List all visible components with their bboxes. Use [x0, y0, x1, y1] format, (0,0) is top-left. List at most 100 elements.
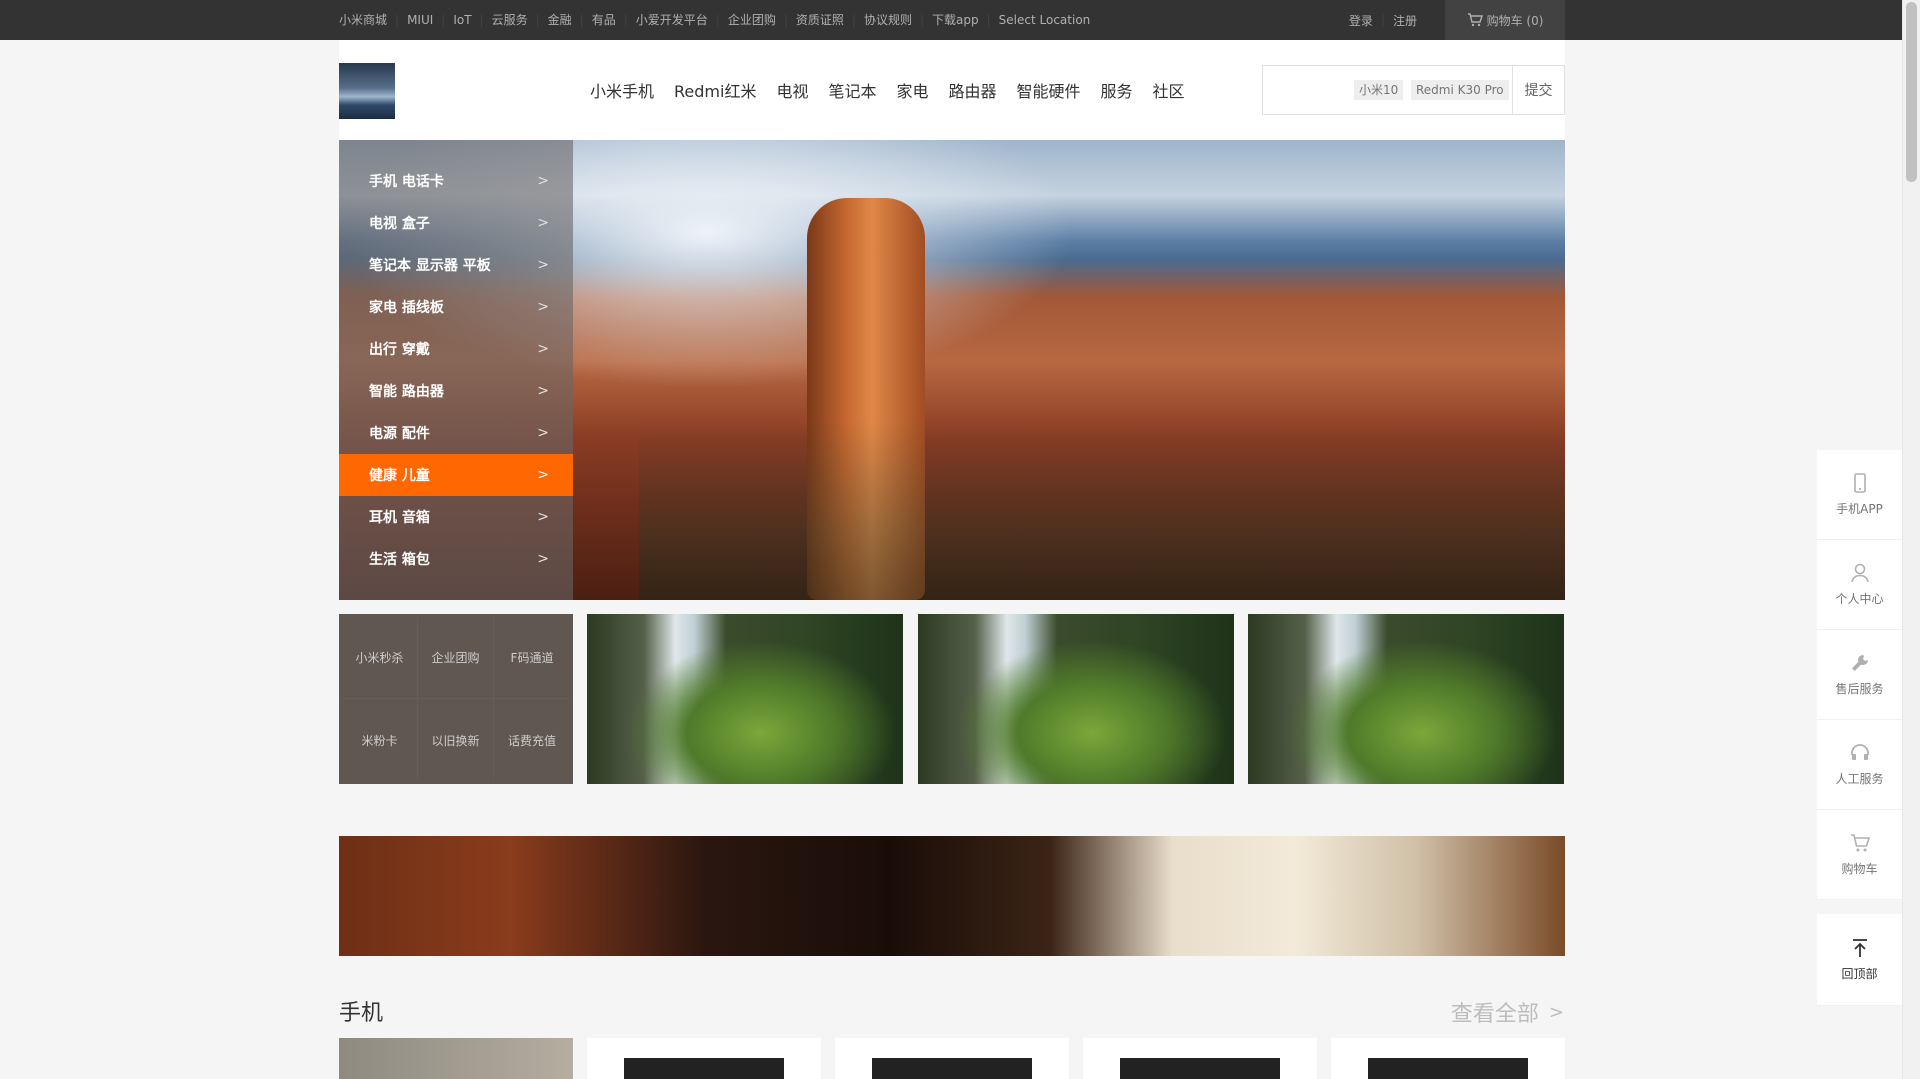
chevron-right-icon: > — [537, 341, 549, 357]
category-item[interactable]: 智能 路由器 > — [339, 370, 573, 412]
nav-item-router[interactable]: 路由器 — [939, 78, 1007, 102]
product-card[interactable] — [835, 1038, 1069, 1079]
chevron-right-icon: > — [537, 467, 549, 483]
header: 小米手机 Redmi红米 电视 笔记本 家电 路由器 智能硬件 服务 社区 小米… — [339, 40, 1565, 140]
view-all-link[interactable]: 查看全部 > — [1451, 996, 1564, 1028]
quick-link-f-code[interactable]: F码通道 — [494, 617, 570, 699]
category-item[interactable]: 电视 盒子 > — [339, 202, 573, 244]
cart-button[interactable]: 购物车 (0) — [1445, 0, 1565, 40]
quick-link-flash-sale[interactable]: 小米秒杀 — [342, 617, 418, 699]
product-card[interactable] — [587, 1038, 821, 1079]
chevron-right-icon: > — [537, 173, 549, 189]
quick-link-recharge[interactable]: 话费充值 — [494, 699, 570, 781]
chevron-right-icon: > — [537, 509, 549, 525]
search-keyword[interactable]: Redmi K30 Pro — [1411, 80, 1509, 100]
product-card[interactable] — [1331, 1038, 1565, 1079]
float-item-after-sales[interactable]: 售后服务 — [1817, 630, 1902, 720]
top-link-xiaoai[interactable]: 小爱开发平台 — [628, 0, 716, 40]
promo-image[interactable] — [587, 614, 903, 784]
top-link-finance[interactable]: 金融 — [540, 0, 580, 40]
top-link-license[interactable]: 资质证照 — [788, 0, 852, 40]
category-label: 出行 穿戴 — [369, 342, 430, 358]
wrench-icon — [1851, 655, 1868, 671]
ad-banner[interactable] — [339, 836, 1565, 956]
quick-link-trade-in[interactable]: 以旧换新 — [418, 699, 494, 781]
nav-item-xiaomi-phone[interactable]: 小米手机 — [580, 78, 664, 102]
top-link-miui[interactable]: MIUI — [399, 0, 441, 40]
chevron-right-icon: > — [537, 257, 549, 273]
top-link-enterprise[interactable]: 企业团购 — [720, 0, 784, 40]
cart-icon — [1467, 13, 1483, 27]
nav-item-smart-hardware[interactable]: 智能硬件 — [1007, 78, 1091, 102]
cart-label: 购物车 (0) — [1486, 13, 1544, 28]
top-link-rules[interactable]: 协议规则 — [856, 0, 920, 40]
top-link-download-app[interactable]: 下载app — [924, 0, 987, 40]
category-item[interactable]: 家电 插线板 > — [339, 286, 573, 328]
category-menu: 手机 电话卡 > 电视 盒子 > 笔记本 显示器 平板 > 家电 插线板 > 出行 穿戴… — [339, 140, 573, 600]
category-item[interactable]: 电源 配件 > — [339, 412, 573, 454]
search-submit-button[interactable]: 提交 — [1512, 66, 1564, 114]
category-label: 生活 箱包 — [369, 552, 430, 568]
hero-carousel[interactable]: 手机 电话卡 > 电视 盒子 > 笔记本 显示器 平板 > 家电 插线板 > 出行 穿戴… — [339, 140, 1565, 600]
view-all-label: 查看全部 — [1450, 1002, 1539, 1027]
nav-item-service[interactable]: 服务 — [1091, 78, 1143, 102]
float-item-cart[interactable]: 购物车 — [1817, 810, 1902, 900]
category-label: 智能 路由器 — [369, 384, 444, 400]
category-label: 家电 插线板 — [369, 300, 444, 316]
category-label: 手机 电话卡 — [369, 174, 444, 190]
logo[interactable] — [339, 63, 395, 119]
top-links: 小米商城 | MIUI | IoT | 云服务 | 金融 | 有品 | 小爱开发平台 | 企业… — [339, 0, 1098, 40]
top-link-iot[interactable]: IoT — [445, 0, 479, 40]
float-item-mobile-app[interactable]: 手机APP — [1817, 450, 1902, 540]
quick-link-enterprise[interactable]: 企业团购 — [418, 617, 494, 699]
category-item[interactable]: 笔记本 显示器 平板 > — [339, 244, 573, 286]
scrollbar-thumb[interactable] — [1906, 2, 1917, 182]
login-link[interactable]: 登录 — [1341, 12, 1381, 29]
top-link-youpin[interactable]: 有品 — [584, 0, 624, 40]
category-item[interactable]: 生活 箱包 > — [339, 538, 573, 580]
category-item[interactable]: 出行 穿戴 > — [339, 328, 573, 370]
arrow-up-icon — [1852, 939, 1867, 957]
float-bar: 手机APP 个人中心 售后服务 人工服务 购物车 回顶部 — [1817, 450, 1902, 1006]
product-image — [1368, 1058, 1528, 1079]
float-item-label: 售后服务 — [1835, 682, 1884, 696]
top-right: 登录 | 注册 购物车 (0) — [1341, 0, 1565, 40]
quick-links: 小米秒杀 企业团购 F码通道 米粉卡 以旧换新 话费充值 — [339, 614, 573, 784]
nav-item-laptop[interactable]: 笔记本 — [818, 78, 886, 102]
search-keyword[interactable]: 小米10 — [1354, 80, 1404, 100]
main-nav: 小米手机 Redmi红米 电视 笔记本 家电 路由器 智能硬件 服务 社区 — [580, 40, 1195, 140]
headset-icon — [1850, 744, 1869, 760]
chevron-right-icon: > — [1548, 1001, 1564, 1023]
promo-image[interactable] — [1248, 614, 1564, 784]
product-feature-image[interactable] — [339, 1038, 573, 1079]
float-item-user-center[interactable]: 个人中心 — [1817, 540, 1902, 630]
search-box: 小米10 Redmi K30 Pro 提交 — [1262, 65, 1565, 115]
category-label: 笔记本 显示器 平板 — [369, 258, 491, 274]
product-card[interactable] — [1083, 1038, 1317, 1079]
promo-image[interactable] — [918, 614, 1234, 784]
product-image — [624, 1058, 784, 1079]
chevron-right-icon: > — [537, 551, 549, 567]
category-label: 电视 盒子 — [369, 216, 430, 232]
top-link-mi-store[interactable]: 小米商城 — [339, 0, 395, 40]
top-bar: 小米商城 | MIUI | IoT | 云服务 | 金融 | 有品 | 小爱开发平台 | 企业… — [0, 0, 1902, 40]
product-row — [339, 1038, 1565, 1079]
nav-item-community[interactable]: 社区 — [1143, 78, 1195, 102]
back-to-top-button[interactable]: 回顶部 — [1817, 914, 1902, 1006]
float-item-customer-service[interactable]: 人工服务 — [1817, 720, 1902, 810]
top-bar-inner: 小米商城 | MIUI | IoT | 云服务 | 金融 | 有品 | 小爱开发平台 | 企业… — [339, 0, 1565, 40]
page-scrollbar[interactable] — [1902, 0, 1920, 1079]
nav-item-redmi[interactable]: Redmi红米 — [664, 78, 766, 102]
quick-link-fan-card[interactable]: 米粉卡 — [342, 699, 418, 781]
nav-item-tv[interactable]: 电视 — [766, 78, 818, 102]
nav-item-appliance[interactable]: 家电 — [886, 78, 938, 102]
section-title: 手机 — [339, 1001, 384, 1026]
top-link-cloud[interactable]: 云服务 — [484, 0, 536, 40]
category-item[interactable]: 耳机 音箱 > — [339, 496, 573, 538]
category-item-active[interactable]: 健康 儿童 > — [339, 454, 573, 496]
chevron-right-icon: > — [537, 425, 549, 441]
register-link[interactable]: 注册 — [1385, 12, 1425, 29]
top-link-select-location[interactable]: Select Location — [991, 0, 1099, 40]
category-item[interactable]: 手机 电话卡 > — [339, 160, 573, 202]
float-item-label: 手机APP — [1836, 502, 1883, 516]
